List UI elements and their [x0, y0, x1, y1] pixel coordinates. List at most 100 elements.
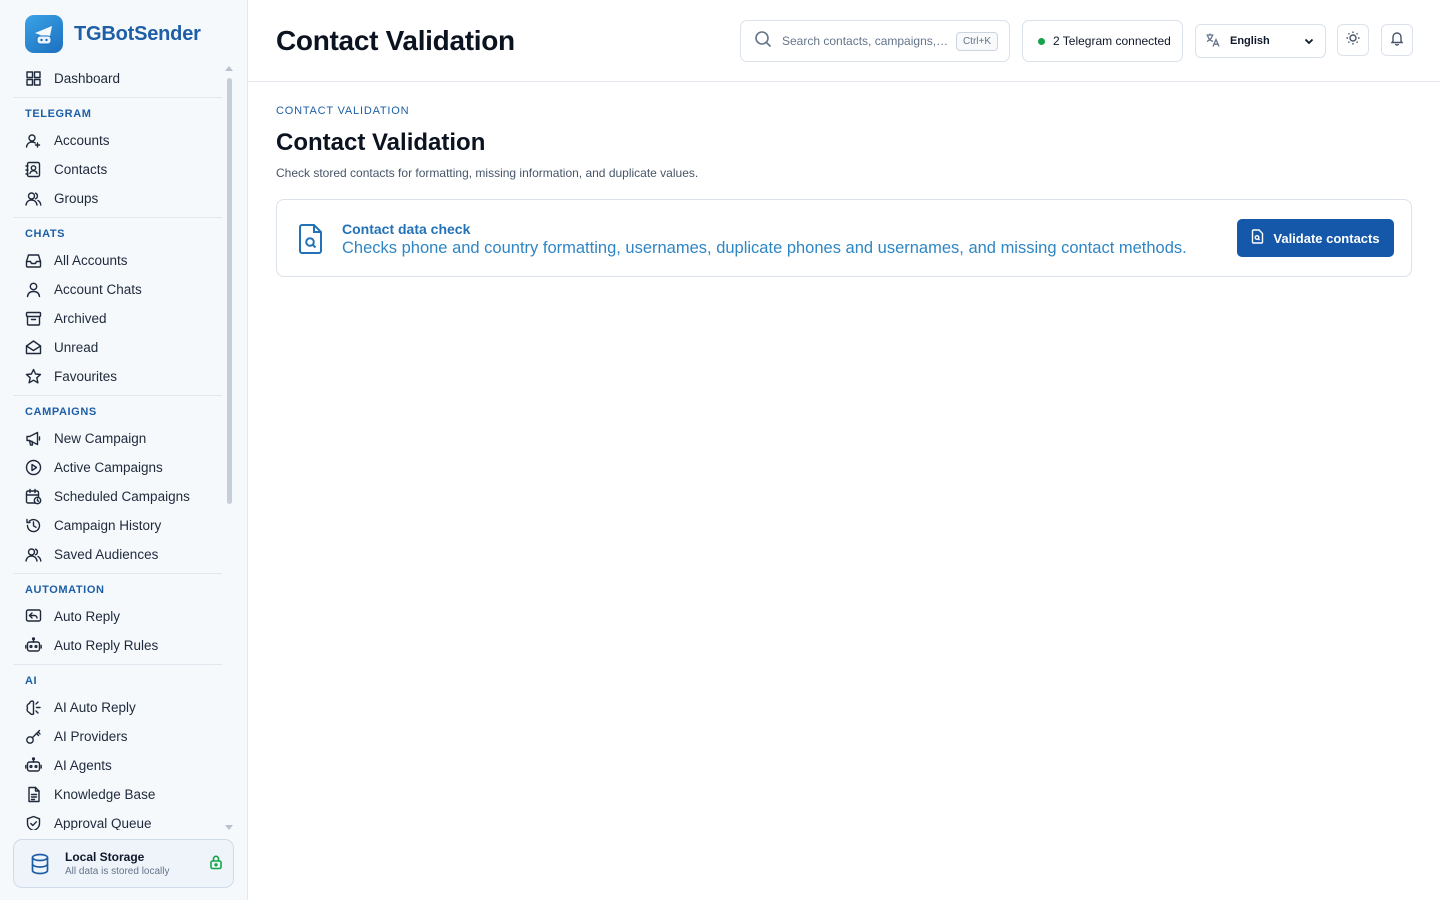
sidebar-item-label: Auto Reply Rules — [54, 638, 159, 653]
sidebar-section-ai: AI AI Auto Reply AI Providers AI Agents Know… — [13, 664, 222, 830]
sidebar-item-label: Dashboard — [54, 71, 121, 86]
sidebar-item-knowledge-base[interactable]: Knowledge Base — [13, 780, 222, 809]
sidebar-item-all-accounts[interactable]: All Accounts — [13, 246, 222, 275]
sidebar-section-title: AUTOMATION — [25, 584, 105, 596]
play-circle-icon — [25, 459, 42, 476]
sidebar-item-label: Approval Queue — [54, 816, 152, 830]
sidebar-item-ai-providers[interactable]: AI Providers — [13, 722, 222, 751]
breadcrumb: CONTACT VALIDATION — [276, 105, 410, 117]
history-icon — [25, 517, 42, 534]
notifications-button[interactable] — [1381, 24, 1413, 56]
app-logo-icon — [25, 15, 63, 53]
sidebar-item-label: Account Chats — [54, 282, 142, 297]
brand[interactable]: TGBotSender — [25, 15, 201, 53]
sidebar-section-title: CAMPAIGNS — [25, 406, 97, 418]
sidebar-item-saved-audiences[interactable]: Saved Audiences — [13, 540, 222, 569]
telegram-status-text: 2 Telegram connected — [1053, 34, 1171, 48]
chevron-down-icon — [1303, 35, 1315, 50]
header-title: Contact Validation — [276, 25, 515, 56]
sidebar-item-label: Archived — [54, 311, 107, 326]
database-icon — [24, 848, 56, 880]
sidebar-item-label: Favourites — [54, 369, 118, 384]
sidebar: TGBotSender Dashboard TELEGRAM Accounts Con… — [0, 0, 248, 900]
sidebar-item-ai-agents[interactable]: AI Agents — [13, 751, 222, 780]
groups-icon — [25, 190, 42, 207]
sidebar-item-label: Groups — [54, 191, 99, 206]
document-icon — [25, 786, 42, 803]
sidebar-item-accounts[interactable]: Accounts — [13, 126, 222, 155]
megaphone-icon — [25, 430, 42, 447]
sidebar-item-campaign-history[interactable]: Campaign History — [13, 511, 222, 540]
global-search[interactable]: Search contacts, campaigns, t... Ctrl+K — [740, 20, 1010, 62]
sidebar-nav: Dashboard TELEGRAM Accounts Contacts Groups C… — [13, 64, 222, 830]
user-icon — [25, 281, 42, 298]
telegram-status[interactable]: 2 Telegram connected — [1022, 20, 1183, 62]
language-label: English — [1230, 35, 1270, 47]
language-select[interactable]: English — [1195, 24, 1326, 58]
scroll-down-icon[interactable] — [225, 825, 233, 830]
sidebar-item-auto-reply-rules[interactable]: Auto Reply Rules — [13, 631, 222, 660]
sidebar-section-title: CHATS — [25, 228, 66, 240]
scroll-up-icon[interactable] — [225, 66, 233, 71]
audience-icon — [25, 546, 42, 563]
sidebar-section-title: AI — [25, 675, 38, 687]
sidebar-item-ai-auto-reply[interactable]: AI Auto Reply — [13, 693, 222, 722]
sidebar-item-account-chats[interactable]: Account Chats — [13, 275, 222, 304]
sidebar-item-auto-reply[interactable]: Auto Reply — [13, 602, 222, 631]
sidebar-item-label: Auto Reply — [54, 609, 121, 624]
sun-icon — [1345, 30, 1361, 51]
local-storage-card: Local Storage All data is stored locally — [13, 839, 234, 888]
search-input[interactable]: Search contacts, campaigns, t... — [782, 34, 950, 48]
archive-icon — [25, 310, 42, 327]
sidebar-item-label: Campaign History — [54, 518, 162, 533]
top-header: Contact Validation Search contacts, camp… — [248, 0, 1440, 82]
sidebar-item-new-campaign[interactable]: New Campaign — [13, 424, 222, 453]
sidebar-section-campaigns: CAMPAIGNS New Campaign Active Campaigns Sch… — [13, 395, 222, 569]
dashboard-icon — [25, 70, 42, 87]
sidebar-item-approval-queue[interactable]: Approval Queue — [13, 809, 222, 830]
card-description: Checks phone and country formatting, use… — [342, 239, 1187, 257]
scrollbar-thumb[interactable] — [227, 78, 232, 504]
lock-icon — [209, 854, 223, 875]
card-title: Contact data check — [342, 221, 471, 237]
sidebar-item-label: All Accounts — [54, 253, 128, 268]
file-search-icon — [297, 223, 325, 260]
sidebar-item-label: New Campaign — [54, 431, 147, 446]
sidebar-item-active-campaigns[interactable]: Active Campaigns — [13, 453, 222, 482]
sidebar-item-dashboard[interactable]: Dashboard — [13, 64, 222, 93]
status-dot — [1038, 37, 1045, 45]
sidebar-item-archived[interactable]: Archived — [13, 304, 222, 333]
star-icon — [25, 368, 42, 385]
sidebar-section-telegram: TELEGRAM Accounts Contacts Groups — [13, 97, 222, 213]
storage-subtitle: All data is stored locally — [65, 866, 170, 877]
sidebar-item-scheduled-campaigns[interactable]: Scheduled Campaigns — [13, 482, 222, 511]
account-icon — [25, 132, 42, 149]
sidebar-item-favourites[interactable]: Favourites — [13, 362, 222, 391]
page-title: Contact Validation — [276, 129, 486, 156]
translate-icon — [1205, 32, 1221, 51]
key-icon — [25, 728, 42, 745]
sidebar-item-groups[interactable]: Groups — [13, 184, 222, 213]
validate-contacts-label: Validate contacts — [1273, 230, 1380, 246]
calendar-clock-icon — [25, 488, 42, 505]
sidebar-item-label: Active Campaigns — [54, 460, 163, 475]
search-shortcut: Ctrl+K — [955, 32, 998, 51]
sidebar-item-label: AI Auto Reply — [54, 700, 136, 715]
mail-open-icon — [25, 339, 42, 356]
sidebar-item-label: Knowledge Base — [54, 787, 156, 802]
sidebar-item-label: Scheduled Campaigns — [54, 489, 190, 504]
validate-contacts-button[interactable]: Validate contacts — [1237, 219, 1394, 257]
inbox-icon — [25, 252, 42, 269]
contacts-icon — [25, 161, 42, 178]
sidebar-item-unread[interactable]: Unread — [13, 333, 222, 362]
theme-toggle-button[interactable] — [1337, 24, 1369, 56]
sidebar-item-contacts[interactable]: Contacts — [13, 155, 222, 184]
sidebar-item-label: AI Providers — [54, 729, 128, 744]
shield-check-icon — [25, 815, 42, 830]
sidebar-item-label: Unread — [54, 340, 99, 355]
sidebar-section-title: TELEGRAM — [25, 108, 92, 120]
bot-icon — [25, 757, 42, 774]
sidebar-section-automation: AUTOMATION Auto Reply Auto Reply Rules — [13, 573, 222, 660]
sidebar-scrollbar[interactable] — [225, 66, 233, 830]
app-name: TGBotSender — [74, 22, 201, 45]
